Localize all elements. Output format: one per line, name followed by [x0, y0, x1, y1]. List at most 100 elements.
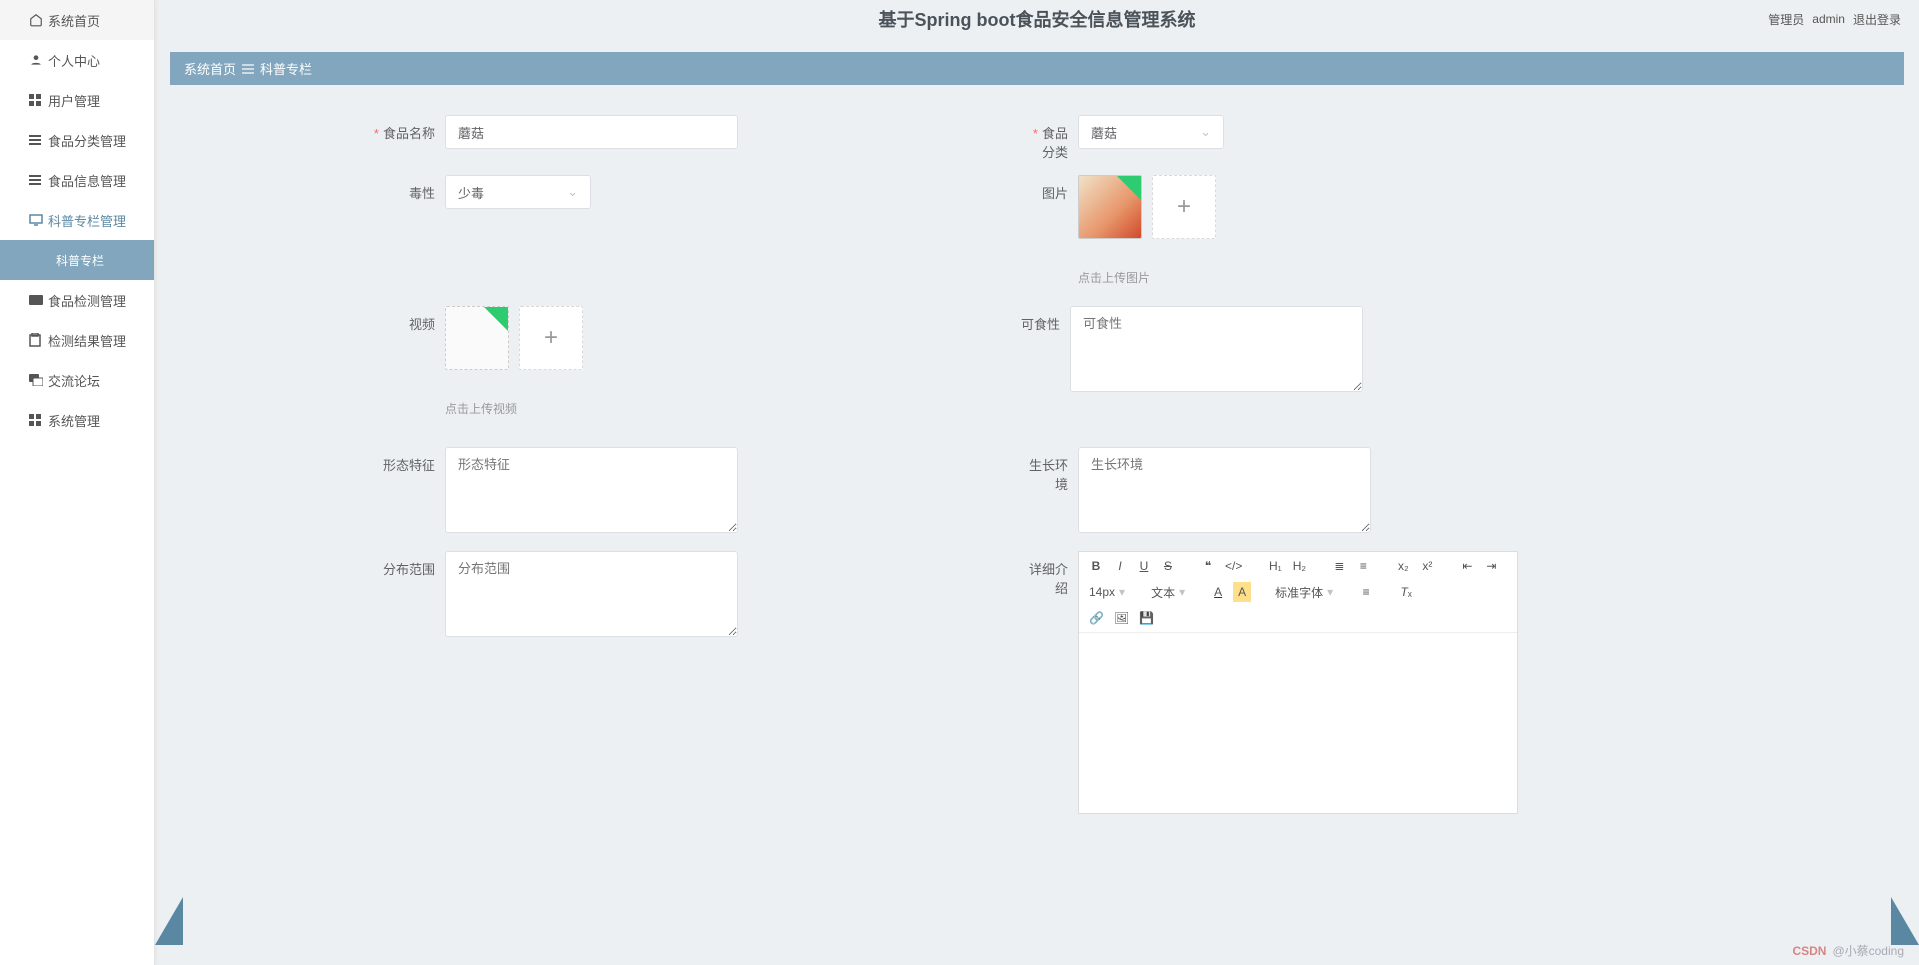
form-content: 食品名称 食品分类 ⌄ 毒性 ⌄	[155, 85, 1919, 874]
distribution-textarea[interactable]	[445, 551, 738, 637]
food-category-select[interactable]: ⌄	[1078, 115, 1224, 149]
role-label: 管理员	[1768, 11, 1804, 28]
sidebar-label: 科普专栏	[56, 252, 104, 269]
sidebar-label: 个人中心	[48, 51, 100, 70]
food-name-label: 食品名称	[155, 115, 445, 142]
add-image-button[interactable]: +	[1152, 175, 1216, 239]
list-icon	[29, 175, 41, 185]
video-label: 视频	[155, 306, 445, 333]
chat-icon	[29, 374, 43, 386]
image-button[interactable]: 🖼	[1112, 608, 1131, 628]
rich-editor: B I U S ❝ </> H₁ H₂ ≣ ≡	[1078, 551, 1518, 814]
image-hint: 点击上传图片	[1078, 269, 1216, 286]
editor-toolbar: B I U S ❝ </> H₁ H₂ ≣ ≡	[1079, 552, 1517, 633]
home-icon	[29, 13, 43, 27]
bold-button[interactable]: B	[1087, 556, 1105, 576]
sidebar-label: 系统管理	[48, 411, 100, 430]
sidebar-item-science-column[interactable]: 科普专栏	[0, 240, 154, 280]
superscript-button[interactable]: x²	[1418, 556, 1436, 576]
breadcrumb-current: 科普专栏	[260, 59, 312, 78]
sidebar-item-profile[interactable]: 个人中心	[0, 40, 154, 80]
sidebar-label: 交流论坛	[48, 371, 100, 390]
sidebar-item-system[interactable]: 系统管理	[0, 400, 154, 440]
sidebar-label: 食品检测管理	[48, 291, 126, 310]
sidebar-item-users[interactable]: 用户管理	[0, 80, 154, 120]
sidebar-label: 食品信息管理	[48, 171, 126, 190]
clipboard-icon	[29, 333, 41, 347]
save-button[interactable]: 💾	[1137, 608, 1156, 628]
sidebar: 系统首页 个人中心 用户管理 食品分类管理 食品信息管理 科普专栏管理 科普专栏…	[0, 0, 155, 965]
food-name-input[interactable]	[445, 115, 738, 149]
uploaded-image-thumb[interactable]	[1078, 175, 1142, 239]
highlight-button[interactable]: A	[1233, 582, 1251, 602]
environment-label: 生长环境	[1028, 447, 1078, 493]
sidebar-item-result[interactable]: 检测结果管理	[0, 320, 154, 360]
sidebar-label: 系统首页	[48, 11, 100, 30]
breadcrumb-home[interactable]: 系统首页	[184, 59, 236, 78]
watermark: CSDN@小蔡coding	[1792, 942, 1904, 959]
sidebar-item-science-manage[interactable]: 科普专栏管理	[0, 200, 154, 240]
subscript-button[interactable]: x₂	[1394, 556, 1412, 576]
textstyle-select[interactable]: 文本 ▾	[1149, 582, 1187, 602]
person-icon	[29, 53, 43, 67]
italic-button[interactable]: I	[1111, 556, 1129, 576]
chevron-down-icon: ⌄	[567, 184, 578, 200]
card-icon	[29, 295, 43, 305]
quote-button[interactable]: ❝	[1199, 556, 1217, 576]
video-hint: 点击上传视频	[445, 400, 583, 417]
h2-button[interactable]: H₂	[1290, 556, 1308, 576]
indent-button[interactable]: ⇤	[1458, 556, 1476, 576]
outdent-button[interactable]: ⇥	[1482, 556, 1500, 576]
toxicity-label: 毒性	[155, 175, 445, 202]
logout-link[interactable]: 退出登录	[1853, 11, 1901, 28]
fontcolor-button[interactable]: A	[1209, 582, 1227, 602]
food-category-label: 食品分类	[1028, 115, 1078, 161]
underline-button[interactable]: U	[1135, 556, 1153, 576]
sidebar-item-food-category[interactable]: 食品分类管理	[0, 120, 154, 160]
sidebar-item-home[interactable]: 系统首页	[0, 0, 154, 40]
sidebar-label: 科普专栏管理	[48, 211, 126, 230]
align-button[interactable]: ≡	[1357, 582, 1375, 602]
chevron-down-icon: ⌄	[1200, 124, 1211, 140]
sidebar-item-detection[interactable]: 食品检测管理	[0, 280, 154, 320]
morphology-label: 形态特征	[155, 447, 445, 474]
add-video-button[interactable]: +	[519, 306, 583, 370]
grid-icon	[29, 414, 41, 426]
edibility-textarea[interactable]	[1070, 306, 1363, 392]
distribution-label: 分布范围	[155, 551, 445, 578]
grid-icon	[29, 94, 41, 106]
topbar: 基于Spring boot食品安全信息管理系统 管理员 admin 退出登录	[155, 0, 1919, 38]
fontsize-select[interactable]: 14px ▾	[1087, 582, 1127, 602]
fontfamily-select[interactable]: 标准字体 ▾	[1273, 582, 1335, 602]
decorative-triangle-left	[155, 897, 183, 945]
clear-format-button[interactable]: Tₓ	[1397, 582, 1415, 602]
menu-icon	[242, 64, 254, 74]
ol-button[interactable]: ≣	[1330, 556, 1348, 576]
food-category-value	[1091, 125, 1200, 140]
sidebar-label: 检测结果管理	[48, 331, 126, 350]
h1-button[interactable]: H₁	[1266, 556, 1284, 576]
sidebar-label: 用户管理	[48, 91, 100, 110]
toxicity-value	[458, 185, 567, 200]
editor-body[interactable]	[1079, 633, 1517, 813]
code-button[interactable]: </>	[1223, 556, 1244, 576]
monitor-icon	[29, 214, 43, 226]
ul-button[interactable]: ≡	[1354, 556, 1372, 576]
edibility-label: 可食性	[1020, 306, 1070, 333]
breadcrumb: 系统首页 科普专栏	[170, 52, 1904, 85]
toxicity-select[interactable]: ⌄	[445, 175, 591, 209]
list-icon	[29, 135, 41, 145]
main: 基于Spring boot食品安全信息管理系统 管理员 admin 退出登录 系…	[155, 0, 1919, 965]
app-title: 基于Spring boot食品安全信息管理系统	[879, 6, 1196, 32]
decorative-triangle-right	[1891, 897, 1919, 945]
sidebar-label: 食品分类管理	[48, 131, 126, 150]
image-label: 图片	[1028, 175, 1078, 202]
link-button[interactable]: 🔗	[1087, 608, 1106, 628]
strike-button[interactable]: S	[1159, 556, 1177, 576]
morphology-textarea[interactable]	[445, 447, 738, 533]
sidebar-item-forum[interactable]: 交流论坛	[0, 360, 154, 400]
environment-textarea[interactable]	[1078, 447, 1371, 533]
sidebar-item-food-info[interactable]: 食品信息管理	[0, 160, 154, 200]
user-name[interactable]: admin	[1812, 12, 1845, 26]
uploaded-video-thumb[interactable]	[445, 306, 509, 370]
